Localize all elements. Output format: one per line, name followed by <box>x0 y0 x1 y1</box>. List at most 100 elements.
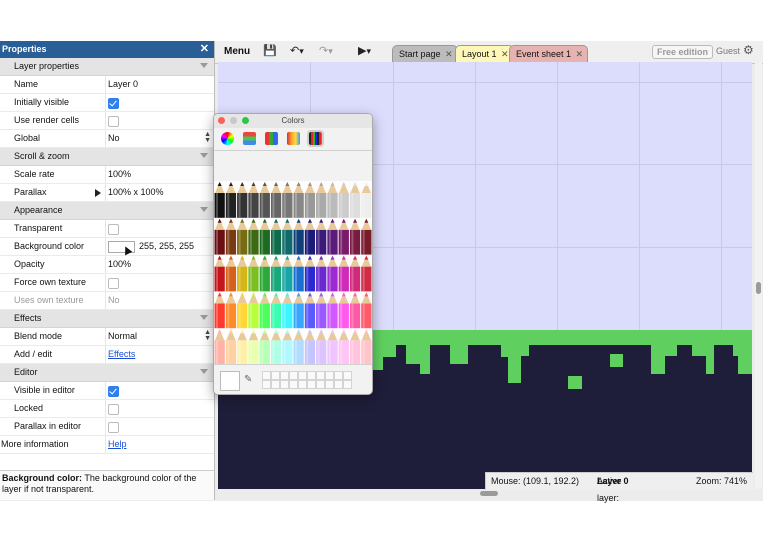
color-palettes-icon[interactable] <box>265 132 278 145</box>
pencil-2-6[interactable] <box>282 255 293 292</box>
saved-swatch[interactable] <box>334 371 343 380</box>
pencil-4-9[interactable] <box>316 329 327 365</box>
gear-icon[interactable]: ⚙ <box>743 43 754 57</box>
row-global[interactable]: Global No ▲ ▼ <box>0 130 214 148</box>
row-opacity[interactable]: Opacity 100% <box>0 256 214 274</box>
tab-event-sheet-1[interactable]: Event sheet 1 ✕ <box>509 45 589 62</box>
close-tab-icon[interactable]: ✕ <box>501 46 509 62</box>
scroll-thumb[interactable] <box>756 282 761 294</box>
pencil-2-8[interactable] <box>304 255 316 292</box>
play-icon[interactable]: ▶▾ <box>358 44 371 59</box>
saved-swatch[interactable] <box>343 380 352 389</box>
close-icon[interactable]: ✕ <box>200 41 209 58</box>
pencil-2-2[interactable] <box>237 255 248 292</box>
undo-icon[interactable]: ↶▾ <box>290 44 304 59</box>
pencil-4-4[interactable] <box>259 329 270 365</box>
redo-icon[interactable]: ↷▾ <box>319 44 333 59</box>
saved-swatch[interactable] <box>307 380 316 389</box>
initially-visible-checkbox[interactable] <box>108 98 119 109</box>
pencil-2-4[interactable] <box>259 255 270 292</box>
saved-swatch[interactable] <box>298 380 307 389</box>
row-scale-rate[interactable]: Scale rate 100% <box>0 166 214 184</box>
expand-icon[interactable] <box>95 189 101 197</box>
saved-swatch[interactable] <box>325 380 334 389</box>
pencil-1-10[interactable] <box>327 218 338 255</box>
pencil-4-8[interactable] <box>304 329 316 365</box>
pencil-4-1[interactable] <box>225 329 237 365</box>
tab-layout-1[interactable]: Layout 1 ✕ <box>455 45 514 62</box>
pencil-0-9[interactable] <box>316 182 327 218</box>
user-name[interactable]: Guest <box>716 45 740 58</box>
row-blend-mode[interactable]: Blend mode Normal ▲ ▼ <box>0 328 214 346</box>
pencil-3-12[interactable] <box>349 292 361 329</box>
pencil-4-0[interactable] <box>214 329 225 365</box>
pencil-4-10[interactable] <box>327 329 338 365</box>
image-palettes-icon[interactable] <box>287 132 300 145</box>
pencil-1-6[interactable] <box>282 218 293 255</box>
pencil-3-7[interactable] <box>293 292 304 329</box>
pencil-2-10[interactable] <box>327 255 338 292</box>
pencil-crayons[interactable] <box>214 181 372 365</box>
pencil-1-7[interactable] <box>293 218 304 255</box>
section-scroll-zoom[interactable]: Scroll & zoom <box>0 148 214 166</box>
pencil-3-0[interactable] <box>214 292 225 329</box>
saved-swatch[interactable] <box>298 371 307 380</box>
transparent-checkbox[interactable] <box>108 224 119 235</box>
free-edition-badge[interactable]: Free edition <box>652 45 714 59</box>
pencil-3-3[interactable] <box>248 292 259 329</box>
current-color-swatch[interactable] <box>220 371 240 391</box>
tab-start-page[interactable]: Start page ✕ <box>392 45 458 62</box>
parallax-in-editor-checkbox[interactable] <box>108 422 119 433</box>
saved-swatch[interactable] <box>280 380 289 389</box>
saved-swatch[interactable] <box>280 371 289 380</box>
saved-swatch[interactable] <box>334 380 343 389</box>
help-link[interactable]: Help <box>108 436 127 453</box>
pencil-3-9[interactable] <box>316 292 327 329</box>
pencil-4-6[interactable] <box>282 329 293 365</box>
colors-window[interactable]: Colors ✎ <box>213 113 373 395</box>
close-tab-icon[interactable]: ✕ <box>445 46 453 62</box>
name-field[interactable]: Layer 0 <box>108 76 138 93</box>
collapse-icon[interactable] <box>200 63 208 68</box>
pencil-0-6[interactable] <box>282 182 293 218</box>
pencil-4-7[interactable] <box>293 329 304 365</box>
effects-link[interactable]: Effects <box>108 346 135 363</box>
collapse-icon[interactable] <box>200 153 208 158</box>
pencil-1-9[interactable] <box>316 218 327 255</box>
pencil-3-8[interactable] <box>304 292 316 329</box>
saved-swatch[interactable] <box>325 371 334 380</box>
color-wheel-icon[interactable] <box>221 132 234 145</box>
section-appearance[interactable]: Appearance <box>0 202 214 220</box>
pencil-3-6[interactable] <box>282 292 293 329</box>
pencil-0-0[interactable] <box>214 182 225 218</box>
pencils-icon[interactable] <box>307 130 324 147</box>
pencil-0-12[interactable] <box>349 182 361 218</box>
row-background-color[interactable]: Background color 255, 255, 255 <box>0 238 214 256</box>
horizontal-scroll-thumb[interactable] <box>480 491 498 496</box>
saved-swatch[interactable] <box>316 371 325 380</box>
force-own-texture-checkbox[interactable] <box>108 278 119 289</box>
close-tab-icon[interactable]: ✕ <box>576 46 584 62</box>
global-select[interactable]: No <box>108 130 120 147</box>
scale-rate-field[interactable]: 100% <box>108 166 131 183</box>
section-editor[interactable]: Editor <box>0 364 214 382</box>
pencil-2-7[interactable] <box>293 255 304 292</box>
saved-swatch[interactable] <box>289 371 298 380</box>
pencil-1-1[interactable] <box>225 218 237 255</box>
locked-checkbox[interactable] <box>108 404 119 415</box>
pencil-3-10[interactable] <box>327 292 338 329</box>
row-parallax[interactable]: Parallax 100% x 100% <box>0 184 214 202</box>
pencil-2-11[interactable] <box>338 255 349 292</box>
pencil-0-2[interactable] <box>237 182 248 218</box>
saved-swatch[interactable] <box>262 380 271 389</box>
pencil-0-8[interactable] <box>304 182 316 218</box>
colors-title-bar[interactable]: Colors <box>214 114 372 128</box>
pencil-4-2[interactable] <box>237 329 248 365</box>
pencil-1-0[interactable] <box>214 218 225 255</box>
saved-swatch[interactable] <box>271 380 280 389</box>
pencil-4-13[interactable] <box>361 329 372 365</box>
pencil-1-11[interactable] <box>338 218 349 255</box>
pencil-2-1[interactable] <box>225 255 237 292</box>
opacity-field[interactable]: 100% <box>108 256 131 273</box>
vertical-scrollbar[interactable] <box>755 62 762 489</box>
